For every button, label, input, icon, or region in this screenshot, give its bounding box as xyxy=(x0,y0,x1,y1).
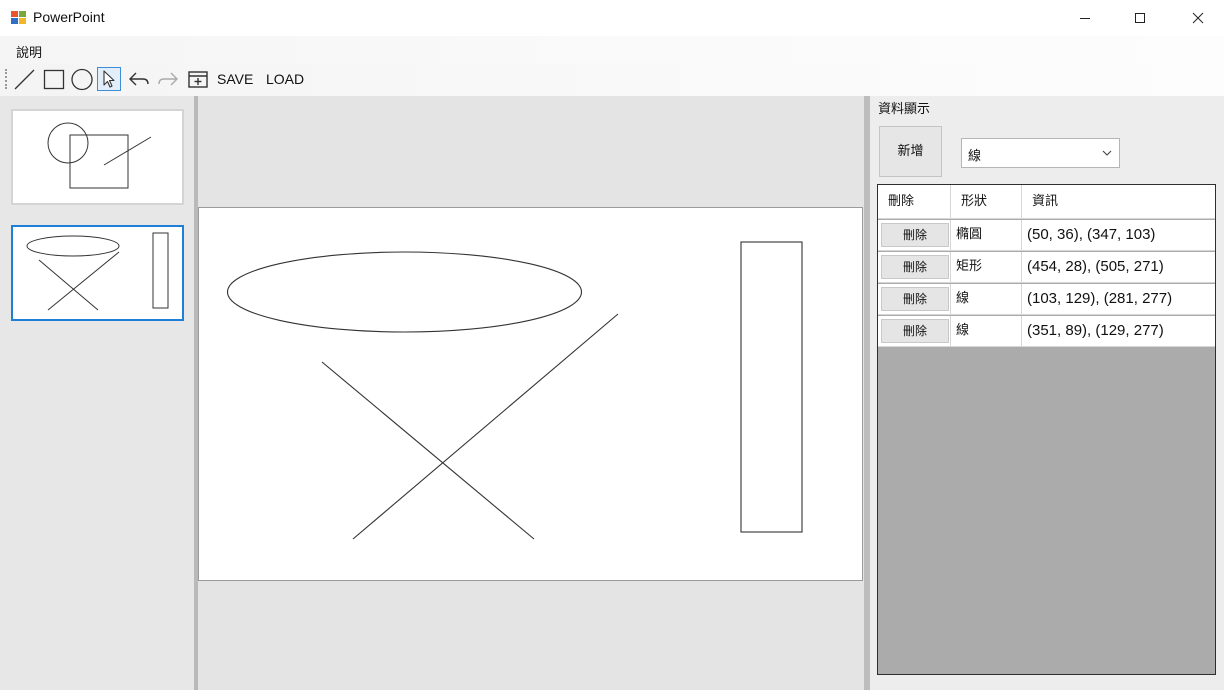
menu-bar: 說明 xyxy=(0,36,1224,64)
slide-thumbnail-2[interactable] xyxy=(11,225,184,321)
app-icon xyxy=(11,11,26,24)
header-shape[interactable]: 形狀 xyxy=(951,185,1022,218)
table-row[interactable]: 刪除 橢圓 (50, 36), (347, 103) xyxy=(878,220,1215,251)
info-cell: (454, 28), (505, 271) xyxy=(1027,258,1164,275)
shape-rectangle[interactable] xyxy=(740,241,803,533)
chevron-down-icon xyxy=(1102,150,1112,156)
delete-cell: 刪除 xyxy=(878,284,951,314)
delete-row-button[interactable]: 刪除 xyxy=(881,255,949,279)
pointer-tool-button[interactable] xyxy=(97,67,121,91)
header-info[interactable]: 資訊 xyxy=(1022,185,1215,218)
minimize-button[interactable] xyxy=(1062,0,1108,36)
canvas-shapes xyxy=(226,241,803,540)
menu-help[interactable]: 說明 xyxy=(16,42,42,61)
info-cell: (351, 89), (129, 277) xyxy=(1027,322,1164,339)
table-row[interactable]: 刪除 線 (103, 129), (281, 277) xyxy=(878,284,1215,315)
ellipse-icon xyxy=(71,68,93,91)
shape-type-select[interactable]: 線 xyxy=(961,138,1120,168)
add-shape-button[interactable]: 新增 xyxy=(879,126,942,177)
data-panel-title: 資料顯示 xyxy=(878,102,931,117)
rectangle-tool-button[interactable] xyxy=(42,67,66,91)
shape-line-2[interactable] xyxy=(352,313,619,540)
toolbar-grip[interactable] xyxy=(5,69,7,89)
ellipse-tool-button[interactable] xyxy=(70,67,94,91)
shape-type-value: 線 xyxy=(968,149,982,164)
add-slide-button[interactable] xyxy=(186,67,210,91)
line-tool-button[interactable] xyxy=(12,67,36,91)
shape-cell: 矩形 xyxy=(951,252,1022,282)
window-title: PowerPoint xyxy=(33,9,105,25)
pointer-icon xyxy=(103,70,115,88)
save-button[interactable]: SAVE xyxy=(217,71,253,87)
shape-cell: 線 xyxy=(951,316,1022,346)
grid-header-row: 刪除 形狀 資訊 xyxy=(878,185,1215,219)
shape-ellipse[interactable] xyxy=(226,251,583,333)
shape-cell: 線 xyxy=(951,284,1022,314)
undo-button[interactable] xyxy=(127,67,151,91)
maximize-button[interactable] xyxy=(1117,0,1163,36)
undo-icon xyxy=(129,72,149,86)
shape-line-1[interactable] xyxy=(321,361,535,540)
table-row[interactable]: 刪除 矩形 (454, 28), (505, 271) xyxy=(878,252,1215,283)
drawing-canvas[interactable] xyxy=(198,207,863,581)
close-button[interactable] xyxy=(1175,0,1221,36)
delete-row-button[interactable]: 刪除 xyxy=(881,287,949,311)
shape-data-grid[interactable]: 刪除 形狀 資訊 刪除 橢圓 (50, 36), (347, 103) 刪除 矩… xyxy=(877,184,1216,675)
delete-cell: 刪除 xyxy=(878,252,951,282)
close-icon xyxy=(1192,12,1204,24)
rectangle-icon xyxy=(43,69,65,90)
load-button[interactable]: LOAD xyxy=(266,71,304,87)
title-bar: PowerPoint xyxy=(0,0,1224,36)
info-cell: (103, 129), (281, 277) xyxy=(1027,290,1173,307)
slide-thumbnail-1-preview xyxy=(47,122,152,189)
shape-cell: 橢圓 xyxy=(951,220,1022,250)
table-row[interactable]: 刪除 線 (351, 89), (129, 277) xyxy=(878,316,1215,347)
info-cell: (50, 36), (347, 103) xyxy=(1027,226,1156,243)
delete-row-button[interactable]: 刪除 xyxy=(881,223,949,247)
delete-cell: 刪除 xyxy=(878,220,951,250)
minimize-icon xyxy=(1080,18,1090,19)
delete-cell: 刪除 xyxy=(878,316,951,346)
maximize-icon xyxy=(1135,13,1145,23)
line-icon xyxy=(14,69,35,90)
redo-button[interactable] xyxy=(156,67,180,91)
header-delete[interactable]: 刪除 xyxy=(878,185,951,218)
delete-row-button[interactable]: 刪除 xyxy=(881,319,949,343)
add-slide-icon xyxy=(188,71,208,88)
slide-thumbnail-1[interactable] xyxy=(11,109,184,205)
slide-thumbnail-2-preview xyxy=(26,232,169,311)
redo-icon xyxy=(158,72,178,86)
toolbar: SAVE LOAD xyxy=(0,64,1224,96)
